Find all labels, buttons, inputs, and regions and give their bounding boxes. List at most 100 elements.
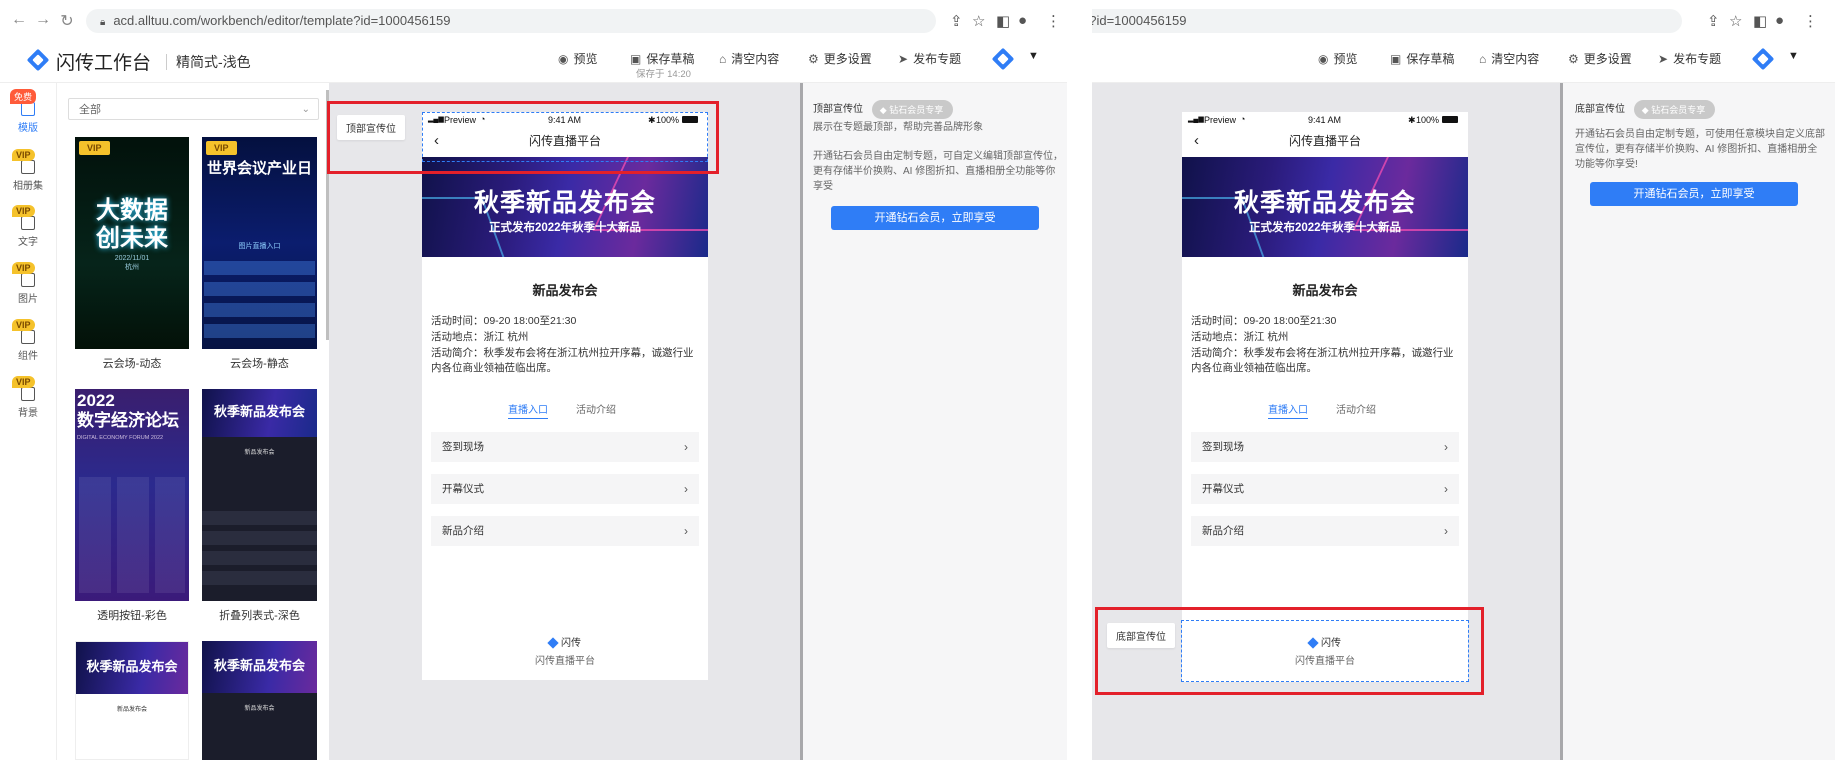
event-title: 新品发布会 (532, 283, 598, 298)
tab-live[interactable]: 直播入口 (508, 401, 548, 419)
menu-icon[interactable]: ⋮ (1046, 12, 1061, 30)
back-arrow-icon[interactable]: ‹ (1194, 128, 1199, 154)
template-name: 精简式-浅色 (176, 54, 251, 70)
browser-bar: e?id=1000456159 ⇪ ☆ ◧ ● ⋮ (1092, 0, 1835, 43)
template-card[interactable]: 大数据 创未来 2022/11/01 杭州 (75, 137, 189, 349)
list-item[interactable]: 新品介绍 › (431, 516, 699, 546)
list-item[interactable]: 新品介绍 › (1191, 516, 1459, 546)
content-tabs: 直播入口 活动介绍 (1182, 401, 1468, 419)
sidepanel-icon[interactable]: ◧ (1753, 12, 1767, 30)
eye-icon: ◉ (1318, 52, 1329, 66)
template-card[interactable]: 秋季新品发布会 新品发布会 (202, 641, 317, 760)
list-item[interactable]: 开幕仪式 › (431, 474, 699, 504)
screenshot-gap (1067, 0, 1092, 760)
prop-upgrade-desc: 开通钻石会员自由定制专题，可使用任意模块自定义底部宣传位，更有存储半价换购、AI… (1575, 129, 1825, 170)
star-icon[interactable]: ☆ (972, 12, 985, 30)
vip-badge: VIP (12, 319, 35, 331)
vip-badge: VIP (12, 149, 35, 161)
publish-button[interactable]: ➤ 发布专题 (1658, 50, 1721, 67)
template-filter-select[interactable]: 全部 ⌄ (68, 98, 319, 120)
template-thumb-sub: DIGITAL ECONOMY FORUM 2022 (77, 435, 164, 441)
more-settings-button[interactable]: ⚙ 更多设置 (1568, 50, 1632, 67)
phone-nav-bar: ‹ 闪传直播平台 (1182, 128, 1468, 154)
prop-upgrade-desc: 开通钻石会员自由定制专题，可自定义编辑顶部宣传位，更有存储半价换购、AI 修图折… (813, 151, 1063, 192)
clear-button[interactable]: ⌂ 清空内容 (719, 50, 779, 67)
vip-badge: VIP (12, 376, 35, 388)
event-place: 活动地点：浙江 杭州 (1191, 331, 1289, 343)
template-card[interactable]: 世界会议产业日 图片直播入口 (202, 137, 317, 349)
publish-button[interactable]: ➤ 发布专题 (898, 50, 961, 67)
profile-icon[interactable]: ● (1018, 12, 1027, 29)
share-icon[interactable]: ⇪ (950, 12, 963, 30)
preview-button[interactable]: ◉ 预览 (1318, 50, 1358, 67)
back-icon[interactable]: ← (10, 11, 28, 29)
more-settings-button[interactable]: ⚙ 更多设置 (808, 50, 872, 67)
sidebar-item-image[interactable]: 图片 (0, 273, 56, 305)
template-thumb-rows (202, 511, 317, 591)
prop-title: 顶部宣传位 ◆ 钻石会员专享 (813, 100, 954, 119)
save-draft-button[interactable]: ▣ 保存草稿 (1390, 50, 1454, 67)
prop-desc: 展示在专题最顶部，帮助完善品牌形象 (813, 122, 983, 133)
address-bar[interactable]: e?id=1000456159 (1092, 9, 1682, 33)
broom-icon: ⌂ (1479, 52, 1487, 66)
tab-live[interactable]: 直播入口 (1268, 401, 1308, 419)
template-label: 云会场-静态 (230, 358, 289, 370)
template-card[interactable]: 秋季新品发布会 新品发布会 (75, 641, 189, 760)
sidebar-item-albums[interactable]: 相册集 (0, 160, 56, 192)
vip-badge: VIP (206, 141, 237, 155)
address-bar[interactable]: 🔒︎ acd.alltuu.com/workbench/editor/templa… (86, 9, 936, 33)
brand-name: 闪传工作台 (56, 53, 152, 74)
event-time: 活动时间：09-20 18:00至21:30 (1191, 315, 1337, 327)
caret-down-icon[interactable]: ▼ (1028, 50, 1039, 62)
star-icon[interactable]: ☆ (1729, 12, 1742, 30)
tab-intro[interactable]: 活动介绍 (576, 401, 616, 416)
highlight-box (1095, 607, 1484, 695)
clear-button[interactable]: ⌂ 清空内容 (1479, 50, 1539, 67)
template-card[interactable]: 秋季新品发布会 新品发布会 (202, 389, 317, 601)
chevron-right-icon: › (1444, 440, 1448, 454)
caret-down-icon[interactable]: ▼ (1788, 50, 1799, 62)
chevron-down-icon: ⌄ (301, 104, 310, 115)
sidebar-item-templates[interactable]: 模版 (0, 102, 56, 134)
save-icon: ▣ (630, 52, 642, 66)
forward-icon[interactable]: → (34, 11, 52, 29)
chevron-right-icon: › (1444, 482, 1448, 496)
list-item[interactable]: 开幕仪式 › (1191, 474, 1459, 504)
menu-icon[interactable]: ⋮ (1803, 12, 1818, 30)
tab-intro[interactable]: 活动介绍 (1336, 401, 1376, 416)
save-draft-button[interactable]: ▣ 保存草稿 (630, 50, 694, 67)
status-bar: ▂▄▆ Preview ◔ 9:41 AM ✱ 100% (1182, 112, 1468, 128)
template-thumb-sub: 新品发布会 (244, 450, 275, 456)
left-screenshot: ← → ↻ 🔒︎ acd.alltuu.com/workbench/editor/… (0, 0, 1067, 760)
upgrade-button[interactable]: 开通钻石会员，立即享受 (831, 206, 1039, 230)
footer-subtitle: 闪传直播平台 (535, 656, 595, 667)
list-item[interactable]: 签到现场 › (1191, 432, 1459, 462)
template-thumb-title: 大数据 创未来 (96, 197, 168, 252)
url-text: acd.alltuu.com/workbench/editor/template… (113, 13, 451, 28)
brand-logo-icon (26, 48, 50, 72)
reload-icon[interactable]: ↻ (58, 11, 76, 31)
profile-icon[interactable]: ● (1775, 12, 1784, 29)
prop-title: 底部宣传位 ◆ 钻石会员专享 (1575, 100, 1716, 119)
sidebar-item-text[interactable]: 文字 (0, 216, 56, 248)
preview-button[interactable]: ◉ 预览 (558, 50, 598, 67)
template-thumb-rows (204, 261, 315, 341)
sidebar-item-background[interactable]: 背景 (0, 387, 56, 419)
sidepanel-icon[interactable]: ◧ (996, 12, 1010, 30)
phone-preview: ▂▄▆ Preview ◔ 9:41 AM ✱ 100% ‹ 闪传直播平台 秋季… (1182, 112, 1468, 682)
upgrade-button[interactable]: 开通钻石会员，立即享受 (1590, 182, 1798, 206)
template-thumb-sub: 新品发布会 (116, 707, 147, 713)
share-icon[interactable]: ⇪ (1707, 12, 1720, 30)
diamond-member-badge: ◆ 钻石会员专享 (1633, 100, 1716, 119)
right-screenshot: e?id=1000456159 ⇪ ☆ ◧ ● ⋮ ◉ 预览 ▣ 保存草稿 ⌂ 清空内… (1092, 0, 1835, 760)
list-item[interactable]: 签到现场 › (431, 432, 699, 462)
template-card[interactable]: 2022 数字经济论坛 DIGITAL ECONOMY FORUM 2022 (75, 389, 189, 601)
event-place: 活动地点：浙江 杭州 (431, 331, 529, 343)
event-intro: 活动简介：秋季发布会将在浙江杭州拉开序幕，诚邀行业内各位商业领袖莅临出席。 (1191, 347, 1454, 374)
bluetooth-icon: ✱ (1408, 115, 1416, 125)
diamond-icon: ◆ (879, 105, 890, 115)
gear-icon: ⚙ (808, 52, 819, 66)
broom-icon: ⌂ (719, 52, 727, 66)
highlight-box (327, 101, 719, 174)
sidebar-item-components[interactable]: 组件 (0, 330, 56, 362)
